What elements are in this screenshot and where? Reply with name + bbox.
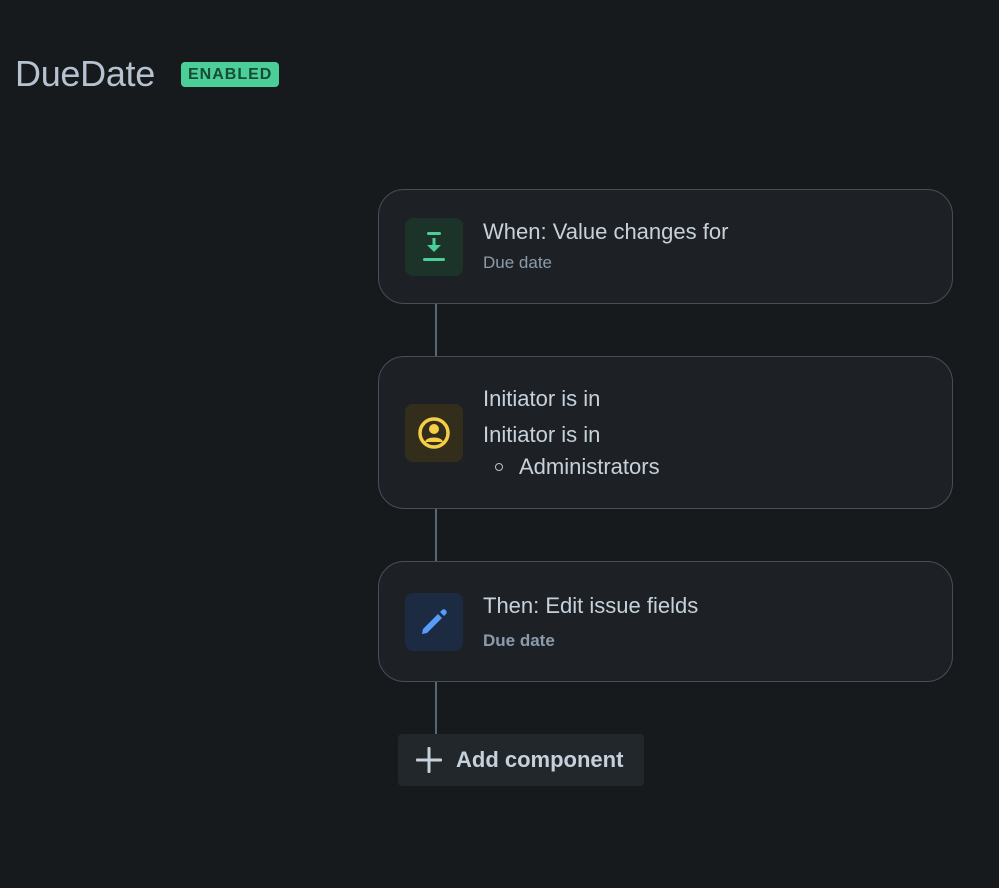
action-icon-box [405,593,463,651]
rule-builder-page: DueDate ENABLED When: Value changes for … [0,0,999,888]
rule-title: DueDate [15,53,155,94]
condition-card[interactable]: Initiator is in Initiator is in Administ… [378,356,953,509]
action-text: Then: Edit issue fields Due date [483,592,698,652]
download-arrow-icon [423,232,445,261]
condition-title: Initiator is in [483,386,601,411]
flow-connector [435,303,437,358]
condition-icon-box [405,404,463,462]
plus-icon [414,745,444,775]
user-circle-icon [418,417,450,449]
trigger-title: When: Value changes for [483,219,729,244]
add-component-label: Add component [456,747,624,772]
condition-group-name: Administrators [519,454,660,479]
trigger-card[interactable]: When: Value changes for Due date [378,189,953,304]
trigger-subtitle: Due date [483,253,552,272]
action-subtitle: Due date [483,631,555,650]
flow-connector [435,681,437,735]
flow-connector [435,508,437,563]
action-title: Then: Edit issue fields [483,593,699,618]
trigger-text: When: Value changes for Due date [483,218,728,274]
rule-header: DueDate ENABLED [15,52,280,96]
status-badge: ENABLED [180,61,280,87]
condition-list-item: Administrators [483,453,660,481]
trigger-icon-box [405,218,463,276]
pencil-icon [422,609,447,634]
condition-detail: Initiator is in [483,422,601,447]
condition-text: Initiator is in Initiator is in Administ… [483,385,660,481]
bullet-icon [495,463,503,471]
add-component-button[interactable]: Add component [398,734,644,786]
action-card[interactable]: Then: Edit issue fields Due date [378,561,953,682]
